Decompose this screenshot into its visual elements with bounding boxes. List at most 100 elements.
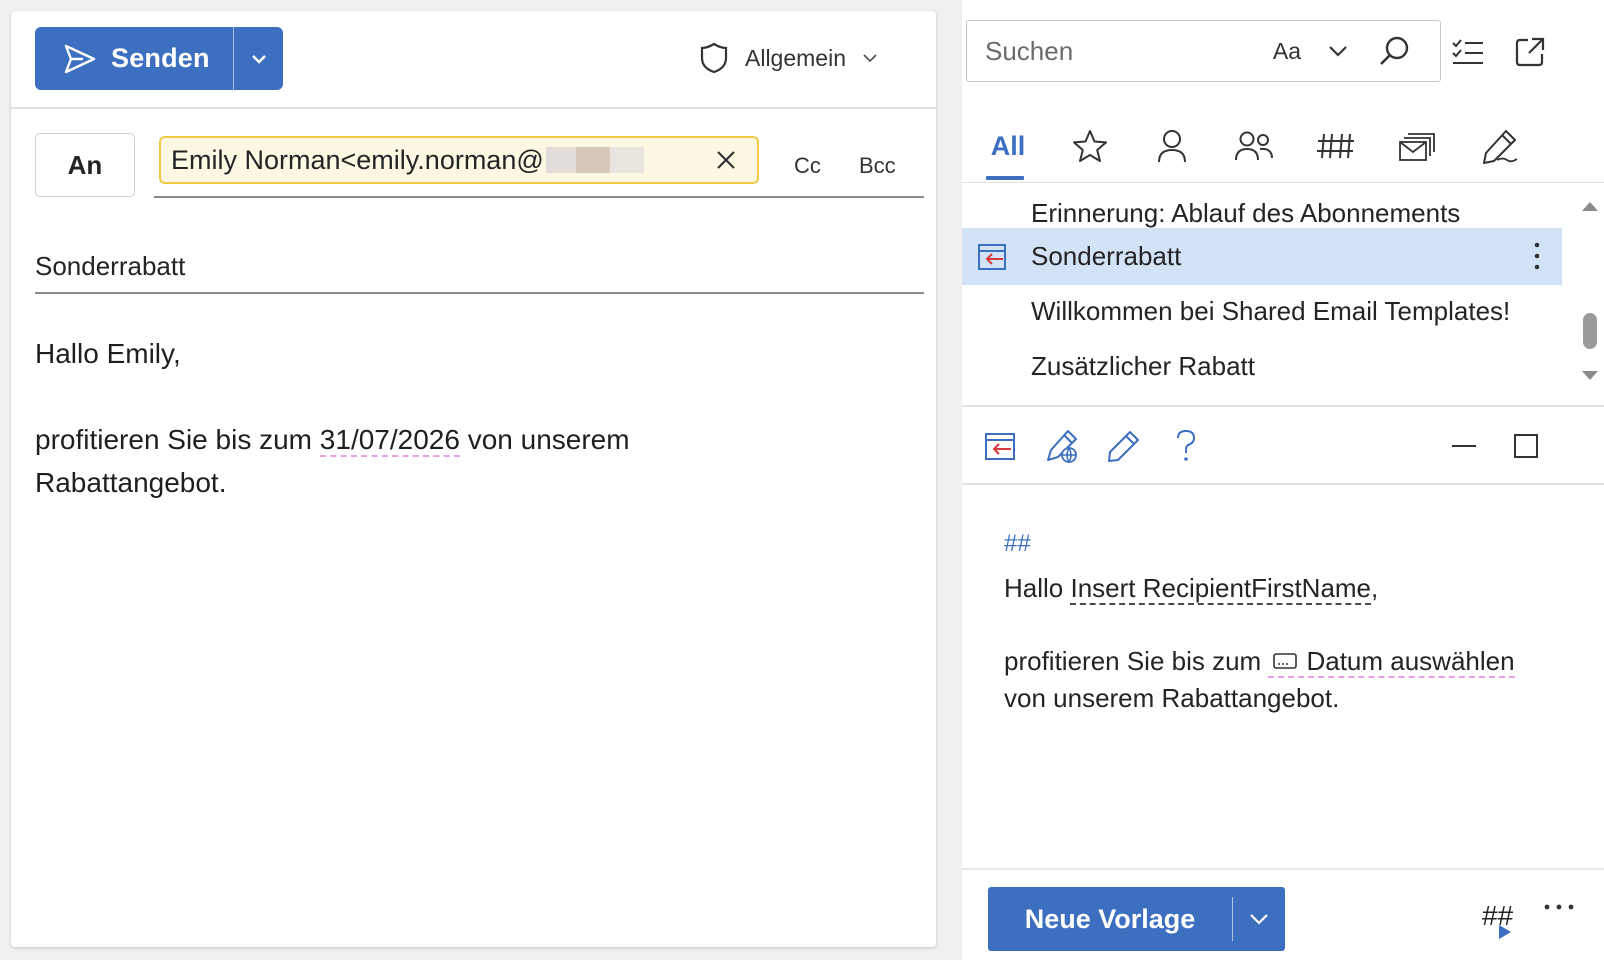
chevron-down-icon — [1250, 914, 1268, 925]
preview-toolbar — [962, 410, 1604, 482]
preview-text: Hallo — [1004, 573, 1071, 603]
task-list-button[interactable] — [1448, 32, 1488, 72]
search-button[interactable] — [1364, 27, 1424, 75]
close-icon — [717, 151, 735, 169]
cc-button[interactable]: Cc — [794, 153, 821, 179]
list-bottom-divider — [962, 405, 1604, 407]
send-label: Senden — [111, 43, 210, 73]
tab-sent[interactable] — [1392, 112, 1444, 180]
calendar-field-icon — [1273, 653, 1298, 669]
template-item[interactable]: Zusätzlicher Rabatt — [962, 338, 1562, 395]
edit-template-button[interactable] — [1102, 424, 1146, 468]
send-options-dropdown[interactable] — [234, 27, 283, 90]
pencil-icon — [1108, 431, 1139, 462]
sensitivity-dropdown[interactable]: Allgemein — [699, 41, 878, 75]
send-split-button: Senden — [35, 27, 283, 90]
body-greeting[interactable]: Hallo Emily, — [35, 332, 181, 376]
preview-line-2: profitieren Sie bis zum Datum auswählen — [1004, 643, 1515, 680]
sensitivity-label: Allgemein — [745, 44, 846, 71]
hash-icon — [1317, 133, 1354, 159]
pop-out-button[interactable] — [1510, 32, 1550, 72]
body-date: 31/07/2026 — [319, 424, 460, 457]
question-icon — [1177, 429, 1196, 461]
subject-field[interactable]: Sonderrabatt — [35, 251, 185, 282]
body-text-segment: profitieren Sie bis zum — [35, 424, 320, 455]
tab-drafts[interactable] — [1474, 112, 1526, 180]
open-external-icon — [1515, 37, 1545, 67]
checklist-icon — [1452, 39, 1483, 64]
star-icon — [1073, 130, 1107, 162]
preview-macro-marker: ## — [1004, 530, 1031, 557]
body-line-2[interactable]: Rabattangebot. — [35, 461, 227, 505]
more-vertical-icon[interactable] — [1532, 240, 1542, 272]
search-scope-dropdown[interactable] — [1312, 31, 1364, 71]
share-template-button[interactable] — [1040, 424, 1084, 468]
recipient-text: Emily Norman<emily.norman@ — [171, 144, 544, 175]
to-field-underline — [154, 196, 924, 198]
chevron-down-icon — [863, 54, 877, 63]
footer-divider — [962, 868, 1604, 870]
search-icon — [1380, 36, 1409, 65]
remove-recipient-button[interactable] — [713, 147, 739, 180]
help-button[interactable] — [1164, 424, 1208, 468]
send-icon — [64, 44, 96, 73]
search-box: Aa — [966, 20, 1441, 82]
subject-underline — [35, 292, 924, 294]
person-icon — [1158, 130, 1186, 163]
maximize-icon — [1514, 434, 1538, 458]
scroll-up-arrow[interactable] — [1580, 200, 1600, 212]
tab-macros[interactable] — [1310, 112, 1362, 180]
template-title: Zusätzlicher Rabatt — [1031, 351, 1255, 381]
tab-all[interactable]: All — [982, 112, 1034, 180]
body-line-1[interactable]: profitieren Sie bis zum 31/07/2026 von u… — [35, 418, 630, 462]
tab-shared[interactable] — [1228, 112, 1280, 180]
maximize-button[interactable] — [1504, 424, 1548, 468]
search-input[interactable] — [967, 21, 1262, 81]
send-button[interactable]: Senden — [35, 27, 233, 90]
pen-icon — [1483, 130, 1518, 164]
filter-tabs: All — [982, 112, 1592, 182]
templates-panel: Aa All — [962, 0, 1604, 960]
template-title: Willkommen bei Shared Email Templates! — [1031, 296, 1511, 326]
recipient-chip[interactable]: Emily Norman<emily.norman@ — [159, 136, 759, 184]
template-title: Erinnerung: Ablauf des Abonnements — [1031, 198, 1461, 228]
template-item[interactable]: Willkommen bei Shared Email Templates! — [962, 283, 1562, 340]
redacted-domain — [575, 147, 610, 173]
match-case-toggle[interactable]: Aa — [1262, 38, 1312, 65]
to-button[interactable]: An — [35, 133, 135, 197]
preview-divider — [962, 483, 1604, 485]
insert-template-button[interactable] — [978, 424, 1022, 468]
play-icon — [1499, 925, 1511, 939]
recipient-macro[interactable]: Insert RecipientFirstName — [1070, 573, 1372, 605]
new-template-button[interactable]: Neue Vorlage — [988, 887, 1232, 951]
date-macro-label: Datum auswählen — [1306, 646, 1515, 676]
mail-stack-icon — [1399, 133, 1435, 161]
preview-line-1: Hallo Insert RecipientFirstName, — [1004, 570, 1378, 607]
people-icon — [1235, 131, 1273, 161]
list-divider — [962, 182, 1604, 183]
new-template-dropdown[interactable] — [1233, 887, 1285, 951]
macro-run-button[interactable]: ## — [1482, 900, 1513, 939]
template-item-selected[interactable]: Sonderrabatt — [962, 228, 1562, 285]
redacted-domain — [545, 147, 576, 173]
tab-all-label: All — [990, 130, 1026, 161]
minimize-icon — [1452, 445, 1476, 447]
new-template-split-button: Neue Vorlage — [988, 887, 1285, 951]
bcc-button[interactable]: Bcc — [859, 153, 896, 179]
minimize-button[interactable] — [1442, 424, 1486, 468]
more-horizontal-icon[interactable] — [1542, 902, 1576, 912]
tab-favorites[interactable] — [1064, 112, 1116, 180]
toolbar-divider — [11, 107, 936, 109]
date-macro[interactable]: Datum auswählen — [1268, 646, 1515, 678]
insert-template-icon — [978, 244, 1006, 270]
scrollbar-thumb[interactable] — [1583, 313, 1597, 349]
tab-personal[interactable] — [1146, 112, 1198, 180]
scroll-down-arrow[interactable] — [1580, 370, 1600, 382]
chevron-down-icon — [1329, 46, 1347, 57]
insert-template-icon — [985, 433, 1015, 460]
redacted-domain — [609, 147, 644, 173]
chevron-down-icon — [251, 54, 266, 64]
shield-icon — [700, 42, 728, 74]
pen-globe-icon — [1047, 430, 1077, 464]
preview-text: , — [1371, 573, 1379, 603]
